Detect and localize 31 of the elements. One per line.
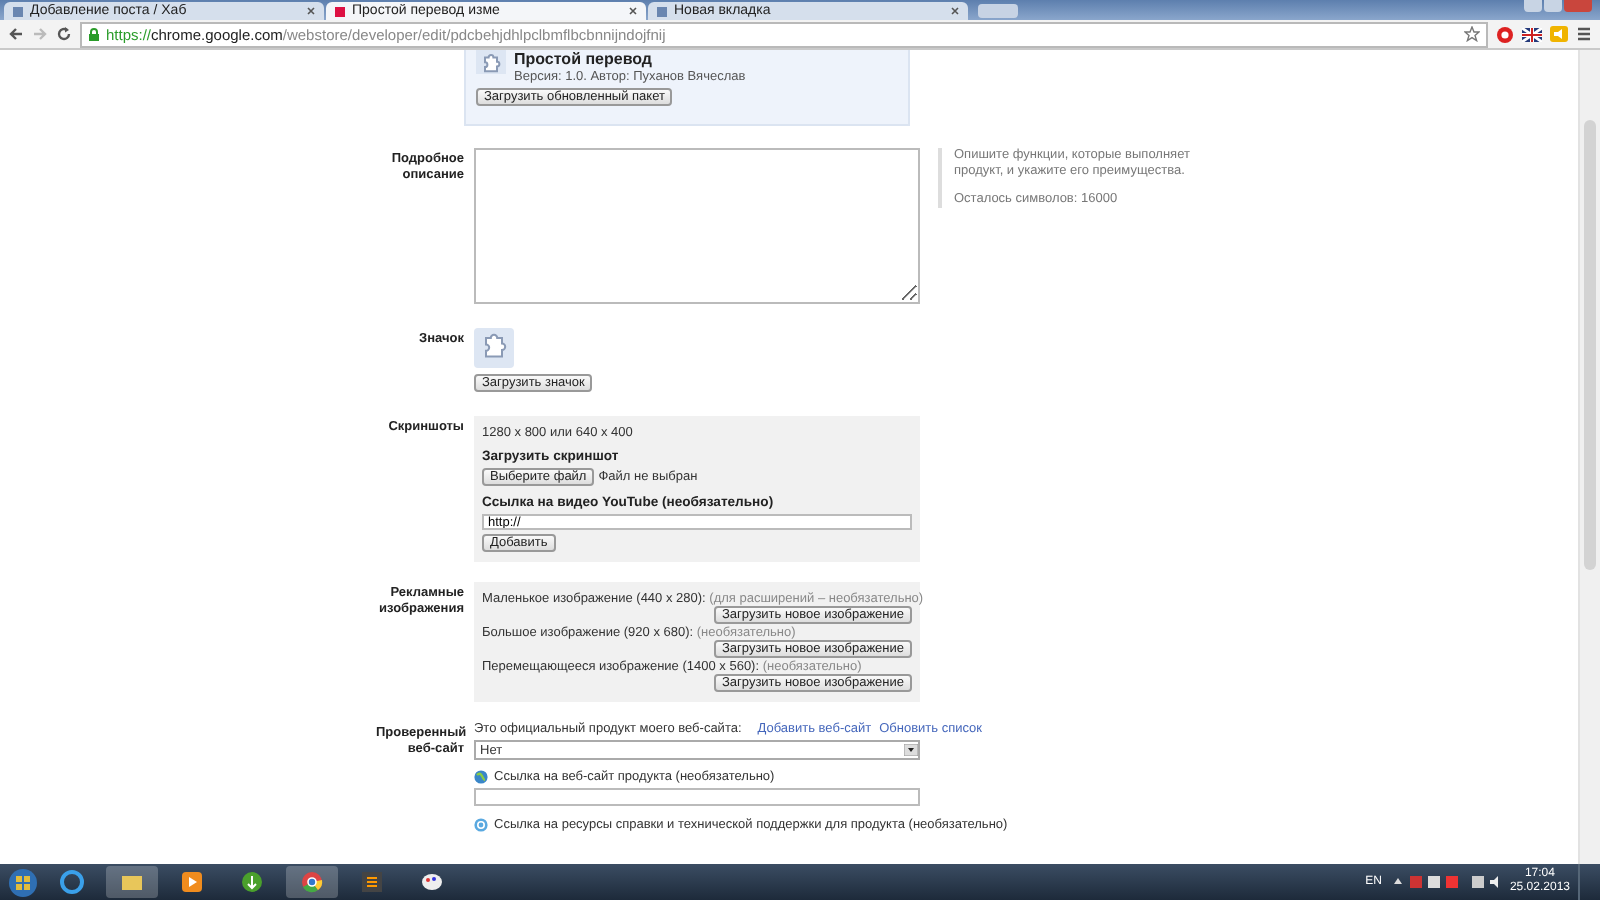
menu-icon[interactable] bbox=[1576, 26, 1592, 42]
close-icon[interactable] bbox=[628, 6, 638, 16]
star-icon[interactable] bbox=[1464, 26, 1480, 42]
reload-icon[interactable] bbox=[56, 26, 72, 42]
play-icon[interactable] bbox=[180, 870, 204, 894]
favicon-icon bbox=[656, 5, 668, 17]
help-icon bbox=[474, 818, 488, 832]
lock-icon bbox=[88, 27, 100, 41]
puzzle-icon bbox=[474, 328, 514, 368]
description-field[interactable] bbox=[474, 148, 920, 304]
tray-icons[interactable] bbox=[1389, 874, 1462, 890]
favicon-icon bbox=[12, 5, 24, 17]
extension-icon[interactable] bbox=[1496, 25, 1514, 43]
browser-icon[interactable] bbox=[60, 870, 84, 894]
paint-icon[interactable] bbox=[420, 870, 444, 894]
close-icon[interactable] bbox=[950, 6, 960, 16]
start-button[interactable] bbox=[8, 867, 38, 897]
dropdown-arrow-icon[interactable] bbox=[904, 744, 918, 756]
close-icon[interactable] bbox=[306, 6, 316, 16]
torrent-icon[interactable] bbox=[240, 870, 264, 894]
flag-icon[interactable] bbox=[1522, 27, 1542, 41]
site-url-field[interactable] bbox=[474, 788, 920, 806]
globe-icon bbox=[474, 770, 488, 784]
extension-title: Простой перевод bbox=[514, 50, 654, 68]
back-icon[interactable] bbox=[8, 26, 24, 42]
volume-icon[interactable] bbox=[1469, 874, 1502, 890]
folder-icon[interactable] bbox=[120, 870, 144, 894]
scrollbar-thumb[interactable] bbox=[1584, 120, 1596, 570]
editor-icon[interactable] bbox=[360, 870, 384, 894]
favicon-icon bbox=[334, 5, 346, 17]
chrome-icon[interactable] bbox=[300, 870, 324, 894]
